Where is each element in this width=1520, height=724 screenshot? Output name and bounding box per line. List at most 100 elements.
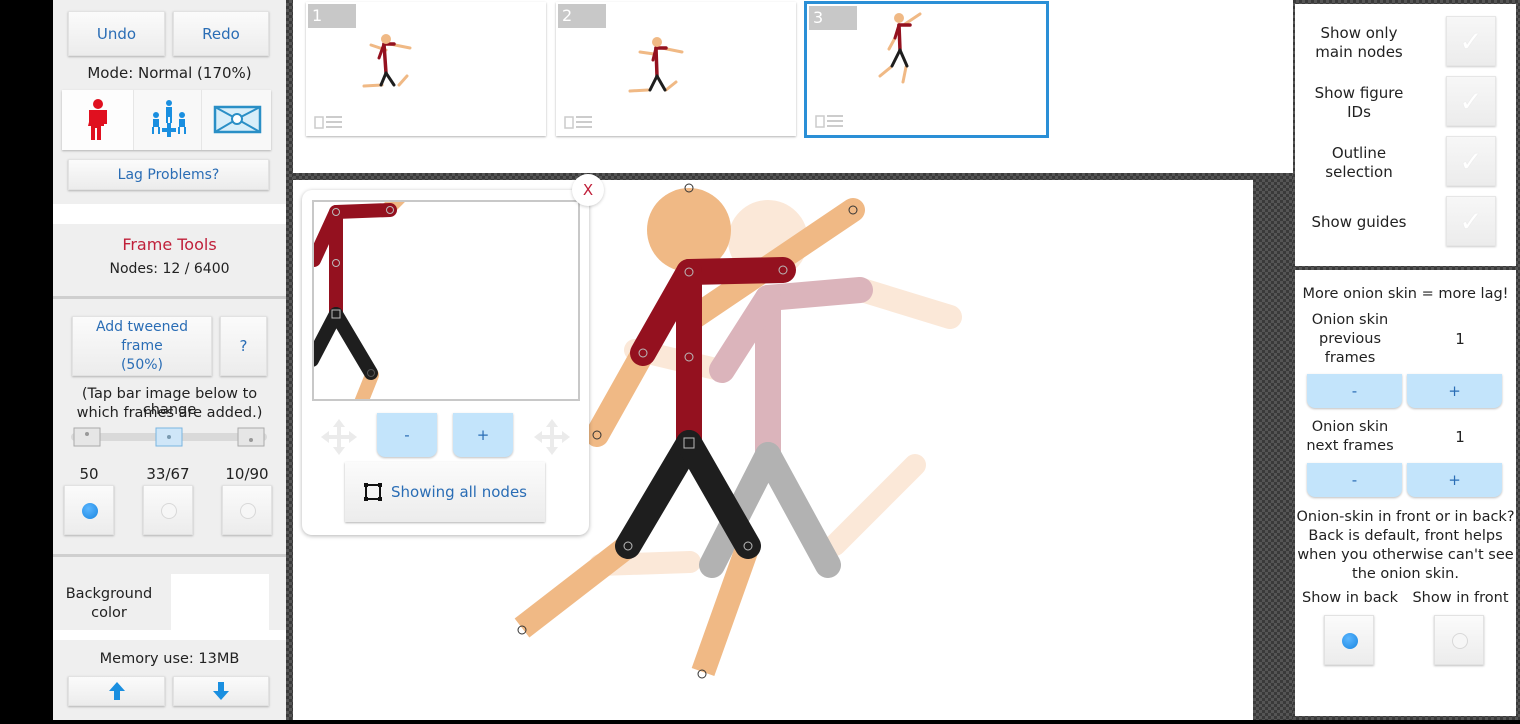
zoom-in-button[interactable]: +: [453, 413, 513, 457]
onion-next-increase-button[interactable]: +: [1407, 463, 1502, 497]
frame-number: 3: [809, 6, 857, 30]
close-popup-button[interactable]: X: [572, 174, 604, 206]
label-line: Onion skin: [1311, 419, 1389, 435]
label-line: IDs: [1347, 103, 1371, 121]
zoom-preview-figure: [314, 202, 405, 399]
show-main-nodes-checkbox[interactable]: ✓: [1446, 16, 1496, 66]
scene-frame-icon: [213, 105, 262, 134]
checkmark-icon: ✓: [1459, 204, 1483, 238]
tap-hint-line-2: which frames are added.): [76, 405, 263, 421]
film-frame-icon: [73, 427, 101, 447]
outline-selection-label: Outline selection: [1295, 144, 1423, 182]
outline-selection-checkbox[interactable]: ✓: [1446, 136, 1496, 186]
show-guides-label: Show guides: [1311, 213, 1407, 231]
checkmark-icon: ✓: [1459, 84, 1483, 118]
film-frame-icon: [155, 427, 183, 447]
multi-figure-mode-button[interactable]: [135, 90, 202, 150]
tween-option-33-67-radio[interactable]: [143, 485, 193, 535]
frame-thumbnail-1[interactable]: 1: [306, 2, 546, 136]
canvas-top-border: [293, 173, 1293, 180]
help-line: Onion-skin in front or in back?: [1296, 509, 1515, 525]
label-line: Show only: [1320, 24, 1398, 42]
help-line: Back is default, front helps: [1308, 528, 1503, 544]
zoom-popup: - + Showing all nodes: [302, 190, 589, 535]
frame-number: 1: [308, 4, 356, 28]
onion-prev-increase-button[interactable]: +: [1407, 374, 1502, 408]
add-tween-label: Add tweened frame: [95, 318, 189, 354]
canvas-right-border: [1253, 173, 1293, 720]
frame-thumbnail-2[interactable]: 2: [556, 2, 796, 136]
mode-selector: [62, 90, 271, 150]
label-line: previous: [1319, 331, 1381, 347]
tween-bar-image[interactable]: [67, 426, 269, 448]
background-label-line-2: color: [91, 605, 127, 621]
show-in-back-label: Show in back: [1301, 590, 1399, 606]
frame-preview-figure: [628, 37, 684, 93]
red-stickfigure-icon: [88, 99, 107, 140]
scene-mode-button[interactable]: [203, 90, 271, 150]
onion-next-decrease-button[interactable]: -: [1307, 463, 1402, 497]
label-line: main nodes: [1315, 43, 1403, 61]
label-line: Show figure: [1314, 84, 1404, 102]
label-line: frames: [1324, 350, 1376, 366]
undo-button[interactable]: Undo: [68, 11, 165, 56]
move-layer-up-button[interactable]: [68, 676, 165, 706]
checkmark-icon: ✓: [1459, 144, 1483, 178]
onion-next-value: 1: [1455, 428, 1465, 446]
move-arrows-right-icon[interactable]: [532, 417, 572, 457]
tween-help-button[interactable]: ?: [220, 316, 267, 376]
show-in-back-radio[interactable]: [1324, 615, 1374, 665]
move-layer-down-button[interactable]: [173, 676, 269, 706]
mode-text: Mode: Normal (170%): [87, 64, 252, 82]
tween-option-50-radio[interactable]: [64, 485, 114, 535]
memory-use: Memory use: 13MB: [99, 651, 240, 667]
show-in-front-label: Show in front: [1412, 590, 1509, 606]
nodes-count: Nodes: 12 / 6400: [109, 261, 230, 277]
radio-selected-icon: [1342, 633, 1358, 649]
tween-option-10-90-radio[interactable]: [222, 485, 272, 535]
zoom-out-button[interactable]: -: [377, 413, 437, 457]
lag-problems-button[interactable]: Lag Problems?: [68, 159, 269, 190]
onion-prev-decrease-button[interactable]: -: [1307, 374, 1402, 408]
checkmark-icon: ✓: [1459, 24, 1483, 58]
selection-box-icon: [364, 483, 382, 501]
frame-number: 2: [558, 4, 606, 28]
single-figure-mode-button[interactable]: [62, 90, 134, 150]
show-figure-ids-checkbox[interactable]: ✓: [1446, 76, 1496, 126]
radio-unselected-icon: [240, 503, 256, 519]
add-tween-percent: (50%): [120, 356, 164, 373]
arrow-up-icon: [108, 682, 125, 700]
show-nodes-label: Showing all nodes: [391, 483, 527, 501]
zoom-preview[interactable]: [312, 200, 580, 401]
redo-button[interactable]: Redo: [173, 11, 269, 56]
show-in-front-radio[interactable]: [1434, 615, 1484, 665]
frame-menu-icon[interactable]: [313, 114, 345, 130]
film-frame-icon: [237, 427, 265, 447]
onion-prev-value: 1: [1455, 330, 1465, 348]
add-tweened-frame-button[interactable]: Add tweened frame (50%): [72, 316, 212, 376]
radio-unselected-icon: [1452, 633, 1468, 649]
left-divider-strip: [286, 0, 293, 720]
help-line: when you otherwise can't see: [1297, 547, 1514, 563]
tween-option-50-label: 50: [79, 465, 99, 483]
onion-prev-label: Onion skin previous frames: [1295, 311, 1405, 368]
show-all-nodes-button[interactable]: Showing all nodes: [345, 462, 545, 522]
onion-next-label: Onion skin next frames: [1295, 418, 1405, 456]
frame-menu-icon[interactable]: [563, 114, 595, 130]
label-line: Onion skin: [1311, 312, 1389, 328]
arrow-down-icon: [213, 682, 229, 700]
label-line: Outline: [1331, 144, 1387, 162]
tween-option-33-67-label: 33/67: [146, 465, 190, 483]
background-color-swatch[interactable]: [171, 574, 269, 630]
frame-menu-icon[interactable]: [814, 113, 846, 129]
display-options-panel: Show only main nodes ✓ Show figure IDs ✓…: [1295, 4, 1516, 266]
onion-lag-warning: More onion skin = more lag!: [1302, 286, 1509, 302]
show-figure-ids-label: Show figure IDs: [1295, 84, 1423, 122]
separator: [53, 554, 286, 557]
show-guides-checkbox[interactable]: ✓: [1446, 196, 1496, 246]
frame-preview-figure: [362, 34, 412, 88]
frame-thumbnail-3[interactable]: 3: [804, 1, 1049, 138]
radio-unselected-icon: [161, 503, 177, 519]
tween-option-10-90-label: 10/90: [225, 465, 269, 483]
move-arrows-left-icon[interactable]: [319, 417, 359, 457]
